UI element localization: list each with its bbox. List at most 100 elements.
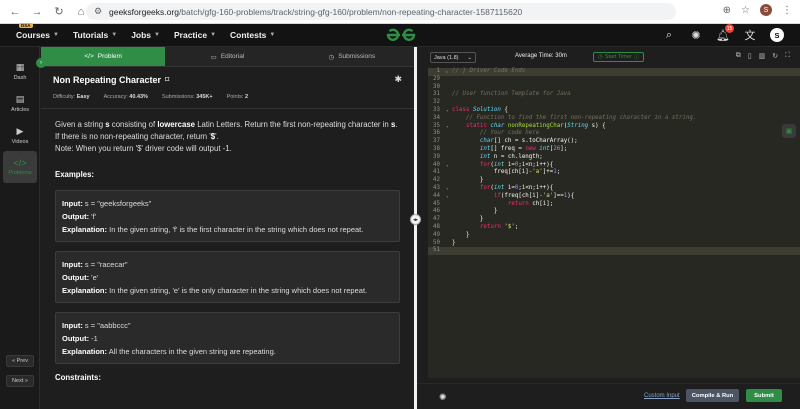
code-text: return '$';: [479, 223, 519, 230]
code-line[interactable]: 33 ▾ class Solution {: [428, 107, 800, 115]
browser-menu-icon[interactable]: ⋮: [782, 5, 792, 16]
search-icon[interactable]: ⌕: [662, 28, 676, 42]
code-editor[interactable]: 1 ▸// } Driver Code Ends 29 30 31 // User fun…: [428, 68, 800, 378]
custom-input-link[interactable]: Custom Input: [644, 393, 680, 399]
meta-label: Points:: [226, 94, 244, 100]
fold-gutter: [446, 76, 450, 84]
code-line[interactable]: 48 return '$';: [428, 224, 800, 232]
example-output: Output: 'f': [62, 210, 393, 223]
start-timer-button[interactable]: ◷ Start Timer ⓘ: [593, 52, 645, 62]
code-line[interactable]: 30: [428, 84, 800, 92]
bookmark-icon[interactable]: ⌑: [165, 75, 169, 84]
value: s = "aabbccc": [84, 321, 131, 330]
rail-item-articles[interactable]: ▤ Articles: [3, 87, 37, 119]
bookmark-star-icon[interactable]: ☆: [741, 5, 750, 16]
fold-arrow-icon[interactable]: ▾: [446, 162, 450, 170]
language-select[interactable]: Java (1.8) ⌄: [430, 52, 476, 63]
code-line[interactable]: 47 }: [428, 216, 800, 224]
menu-contests[interactable]: Contests ▼: [230, 30, 275, 40]
line-number: 39: [433, 153, 440, 160]
rail-item-dash[interactable]: ▦ Dash: [3, 55, 37, 87]
editor-bottom-bar: ✺ Custom Input Compile & Run Submit: [417, 383, 800, 409]
resize-handle-icon[interactable]: ◂▸: [410, 214, 421, 225]
bug-report-icon[interactable]: ✱: [394, 74, 402, 85]
example-input: Input: s = "geeksforgeeks": [62, 197, 393, 210]
value: s = "racecar": [84, 260, 128, 269]
code-line[interactable]: 35 ▾ static char nonRepeatingChar(String …: [428, 123, 800, 131]
line-number: 48: [433, 223, 440, 230]
example-explanation: Explanation: All the characters in the g…: [62, 345, 393, 358]
theme-toggle-icon[interactable]: ✺: [689, 28, 703, 42]
menu-practice[interactable]: Practice ▼: [174, 30, 216, 40]
user-avatar[interactable]: S: [770, 28, 784, 42]
code-line[interactable]: 44 ▾ if(freq[ch[i]-'a']==1){: [428, 193, 800, 201]
fold-gutter: [446, 154, 450, 162]
menu-jobs[interactable]: Jobs ▼: [131, 30, 160, 40]
fullscreen-icon[interactable]: ⛶: [785, 52, 790, 60]
gfg-logo-icon[interactable]: [385, 27, 417, 43]
reload-icon[interactable]: ↻: [52, 5, 66, 19]
editor-theme-icon[interactable]: ✺: [439, 392, 447, 403]
fold-gutter: [446, 232, 450, 240]
code-line[interactable]: 49 }: [428, 232, 800, 240]
tab-editorial[interactable]: ▭ Editorial: [165, 47, 289, 66]
rail-item-problems[interactable]: </> Problems: [3, 151, 37, 183]
code-line[interactable]: 39 int n = ch.length;: [428, 154, 800, 162]
reset-icon[interactable]: ↻: [772, 52, 778, 60]
code-line[interactable]: 42 }: [428, 177, 800, 185]
fold-arrow-icon[interactable]: ▾: [446, 185, 450, 193]
columns-icon[interactable]: ▥: [759, 52, 766, 60]
rail-expand-icon[interactable]: ›: [36, 58, 46, 68]
fold-arrow-icon[interactable]: ▾: [446, 193, 450, 201]
prev-button[interactable]: « Prev: [6, 355, 34, 367]
bell-icon[interactable]: 🔔︎ 15: [716, 24, 734, 42]
copy-icon[interactable]: ⧉: [736, 52, 741, 60]
back-icon[interactable]: ←: [8, 5, 22, 19]
code-line[interactable]: 41 freq[ch[i]-'a']+=1;: [428, 169, 800, 177]
zoom-icon[interactable]: ⊕: [723, 5, 731, 16]
code-line[interactable]: 43 ▾ for(int i=0;i<n;i++){: [428, 185, 800, 193]
code-line[interactable]: 46 }: [428, 208, 800, 216]
problem-title-row: Non Repeating Character ⌑ ✱: [53, 74, 402, 85]
menu-courses[interactable]: DSA Courses ▼: [16, 23, 59, 40]
fold-arrow-icon[interactable]: ▾: [446, 107, 450, 115]
next-label: Next: [12, 378, 24, 384]
code-line[interactable]: 51: [428, 247, 800, 256]
submit-button[interactable]: Submit: [746, 389, 782, 402]
code-line[interactable]: 32: [428, 99, 800, 107]
compile-run-button[interactable]: Compile & Run: [686, 389, 739, 402]
code-line[interactable]: 40 ▾ for(int i=0;i<n;i++){: [428, 162, 800, 170]
code-line[interactable]: 45 return ch[i];: [428, 201, 800, 209]
label: Explanation:: [62, 286, 108, 295]
code-line[interactable]: 37 char[] ch = s.toCharArray();: [428, 138, 800, 146]
site-info-icon[interactable]: ⚙: [94, 7, 103, 16]
chevron-down-icon: ▼: [269, 32, 276, 38]
label: Output:: [62, 334, 90, 343]
code-line[interactable]: 36 // Your code here: [428, 130, 800, 138]
rail-item-videos[interactable]: ▶ Videos: [3, 119, 37, 151]
code-line[interactable]: 29: [428, 76, 800, 84]
problem-title-text: Non Repeating Character: [53, 74, 162, 85]
code-text: class Solution {: [452, 106, 508, 113]
tab-submissions[interactable]: ◷ Submissions: [290, 47, 414, 66]
fold-gutter: [446, 224, 450, 232]
code-line[interactable]: 1 ▸// } Driver Code Ends: [428, 68, 800, 76]
example-input: Input: s = "racecar": [62, 258, 393, 271]
next-button[interactable]: Next »: [6, 375, 34, 387]
code-line[interactable]: 31 // User function Template for Java: [428, 91, 800, 99]
language-icon[interactable]: 文: [743, 28, 757, 42]
tab-problem[interactable]: </> Problem: [41, 47, 166, 66]
code-line[interactable]: 50}: [428, 240, 800, 248]
fold-arrow-icon[interactable]: ▾: [446, 123, 450, 131]
menu-tutorials[interactable]: Tutorials ▼: [73, 30, 117, 40]
file-icon[interactable]: ▯: [748, 52, 752, 60]
text: '.: [215, 132, 219, 141]
address-bar[interactable]: ⚙ geeksforgeeks.org/batch/gfg-160-proble…: [86, 3, 676, 20]
chat-icon[interactable]: ▣: [782, 124, 796, 138]
code-line[interactable]: 38 int[] freq = new int[26];: [428, 146, 800, 154]
code-line[interactable]: 34 // Function to find the first non-rep…: [428, 115, 800, 123]
browser-profile-avatar[interactable]: S: [760, 4, 772, 16]
tab-label: Problem: [97, 53, 122, 60]
forward-icon[interactable]: →: [30, 5, 44, 19]
line-number: 38: [433, 145, 440, 152]
